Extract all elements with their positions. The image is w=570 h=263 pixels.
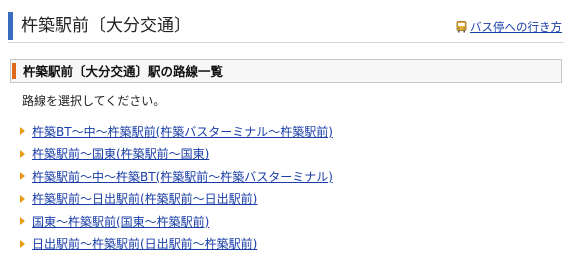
arrow-bullet-icon — [20, 217, 25, 226]
page-title: 杵築駅前〔大分交通〕 — [21, 16, 191, 36]
route-link[interactable]: 杵築駅前〜日出駅前(杵築駅前〜日出駅前) — [32, 190, 257, 207]
list-item: 杵築BT〜中〜杵築駅前(杵築バスターミナル〜杵築駅前) — [20, 120, 333, 143]
arrow-bullet-icon — [20, 194, 25, 203]
section-accent-bar — [12, 63, 16, 79]
bus-icon — [456, 21, 467, 33]
route-list-section-header: 杵築駅前〔大分交通〕駅の路線一覧 — [10, 59, 562, 83]
bus-stop-directions-link[interactable]: バス停への行き方 — [456, 19, 562, 35]
arrow-bullet-icon — [20, 172, 25, 181]
list-item: 杵築駅前〜中〜杵築BT(杵築駅前〜杵築バスターミナル) — [20, 165, 333, 188]
arrow-bullet-icon — [20, 239, 25, 248]
section-heading: 杵築駅前〔大分交通〕駅の路線一覧 — [23, 64, 224, 79]
bus-stop-directions-label[interactable]: バス停への行き方 — [470, 19, 562, 35]
arrow-bullet-icon — [20, 149, 25, 158]
route-link[interactable]: 杵築BT〜中〜杵築駅前(杵築バスターミナル〜杵築駅前) — [32, 123, 333, 140]
page-header: 杵築駅前〔大分交通〕 バス停への行き方 — [8, 12, 564, 43]
list-item: 国東〜杵築駅前(国東〜杵築駅前) — [20, 210, 333, 233]
route-link[interactable]: 杵築駅前〜国東(杵築駅前〜国東) — [32, 145, 209, 162]
route-link[interactable]: 国東〜杵築駅前(国東〜杵築駅前) — [32, 213, 209, 230]
list-item: 杵築駅前〜国東(杵築駅前〜国東) — [20, 143, 333, 166]
list-item: 杵築駅前〜日出駅前(杵築駅前〜日出駅前) — [20, 188, 333, 211]
arrow-bullet-icon — [20, 127, 25, 136]
instruction-text: 路線を選択してください。 — [22, 94, 166, 108]
route-list: 杵築BT〜中〜杵築駅前(杵築バスターミナル〜杵築駅前) 杵築駅前〜国東(杵築駅前… — [20, 120, 333, 255]
header-accent-bar — [8, 12, 13, 40]
route-link[interactable]: 日出駅前〜杵築駅前(日出駅前〜杵築駅前) — [32, 235, 257, 252]
route-link[interactable]: 杵築駅前〜中〜杵築BT(杵築駅前〜杵築バスターミナル) — [32, 168, 333, 185]
list-item: 日出駅前〜杵築駅前(日出駅前〜杵築駅前) — [20, 233, 333, 256]
